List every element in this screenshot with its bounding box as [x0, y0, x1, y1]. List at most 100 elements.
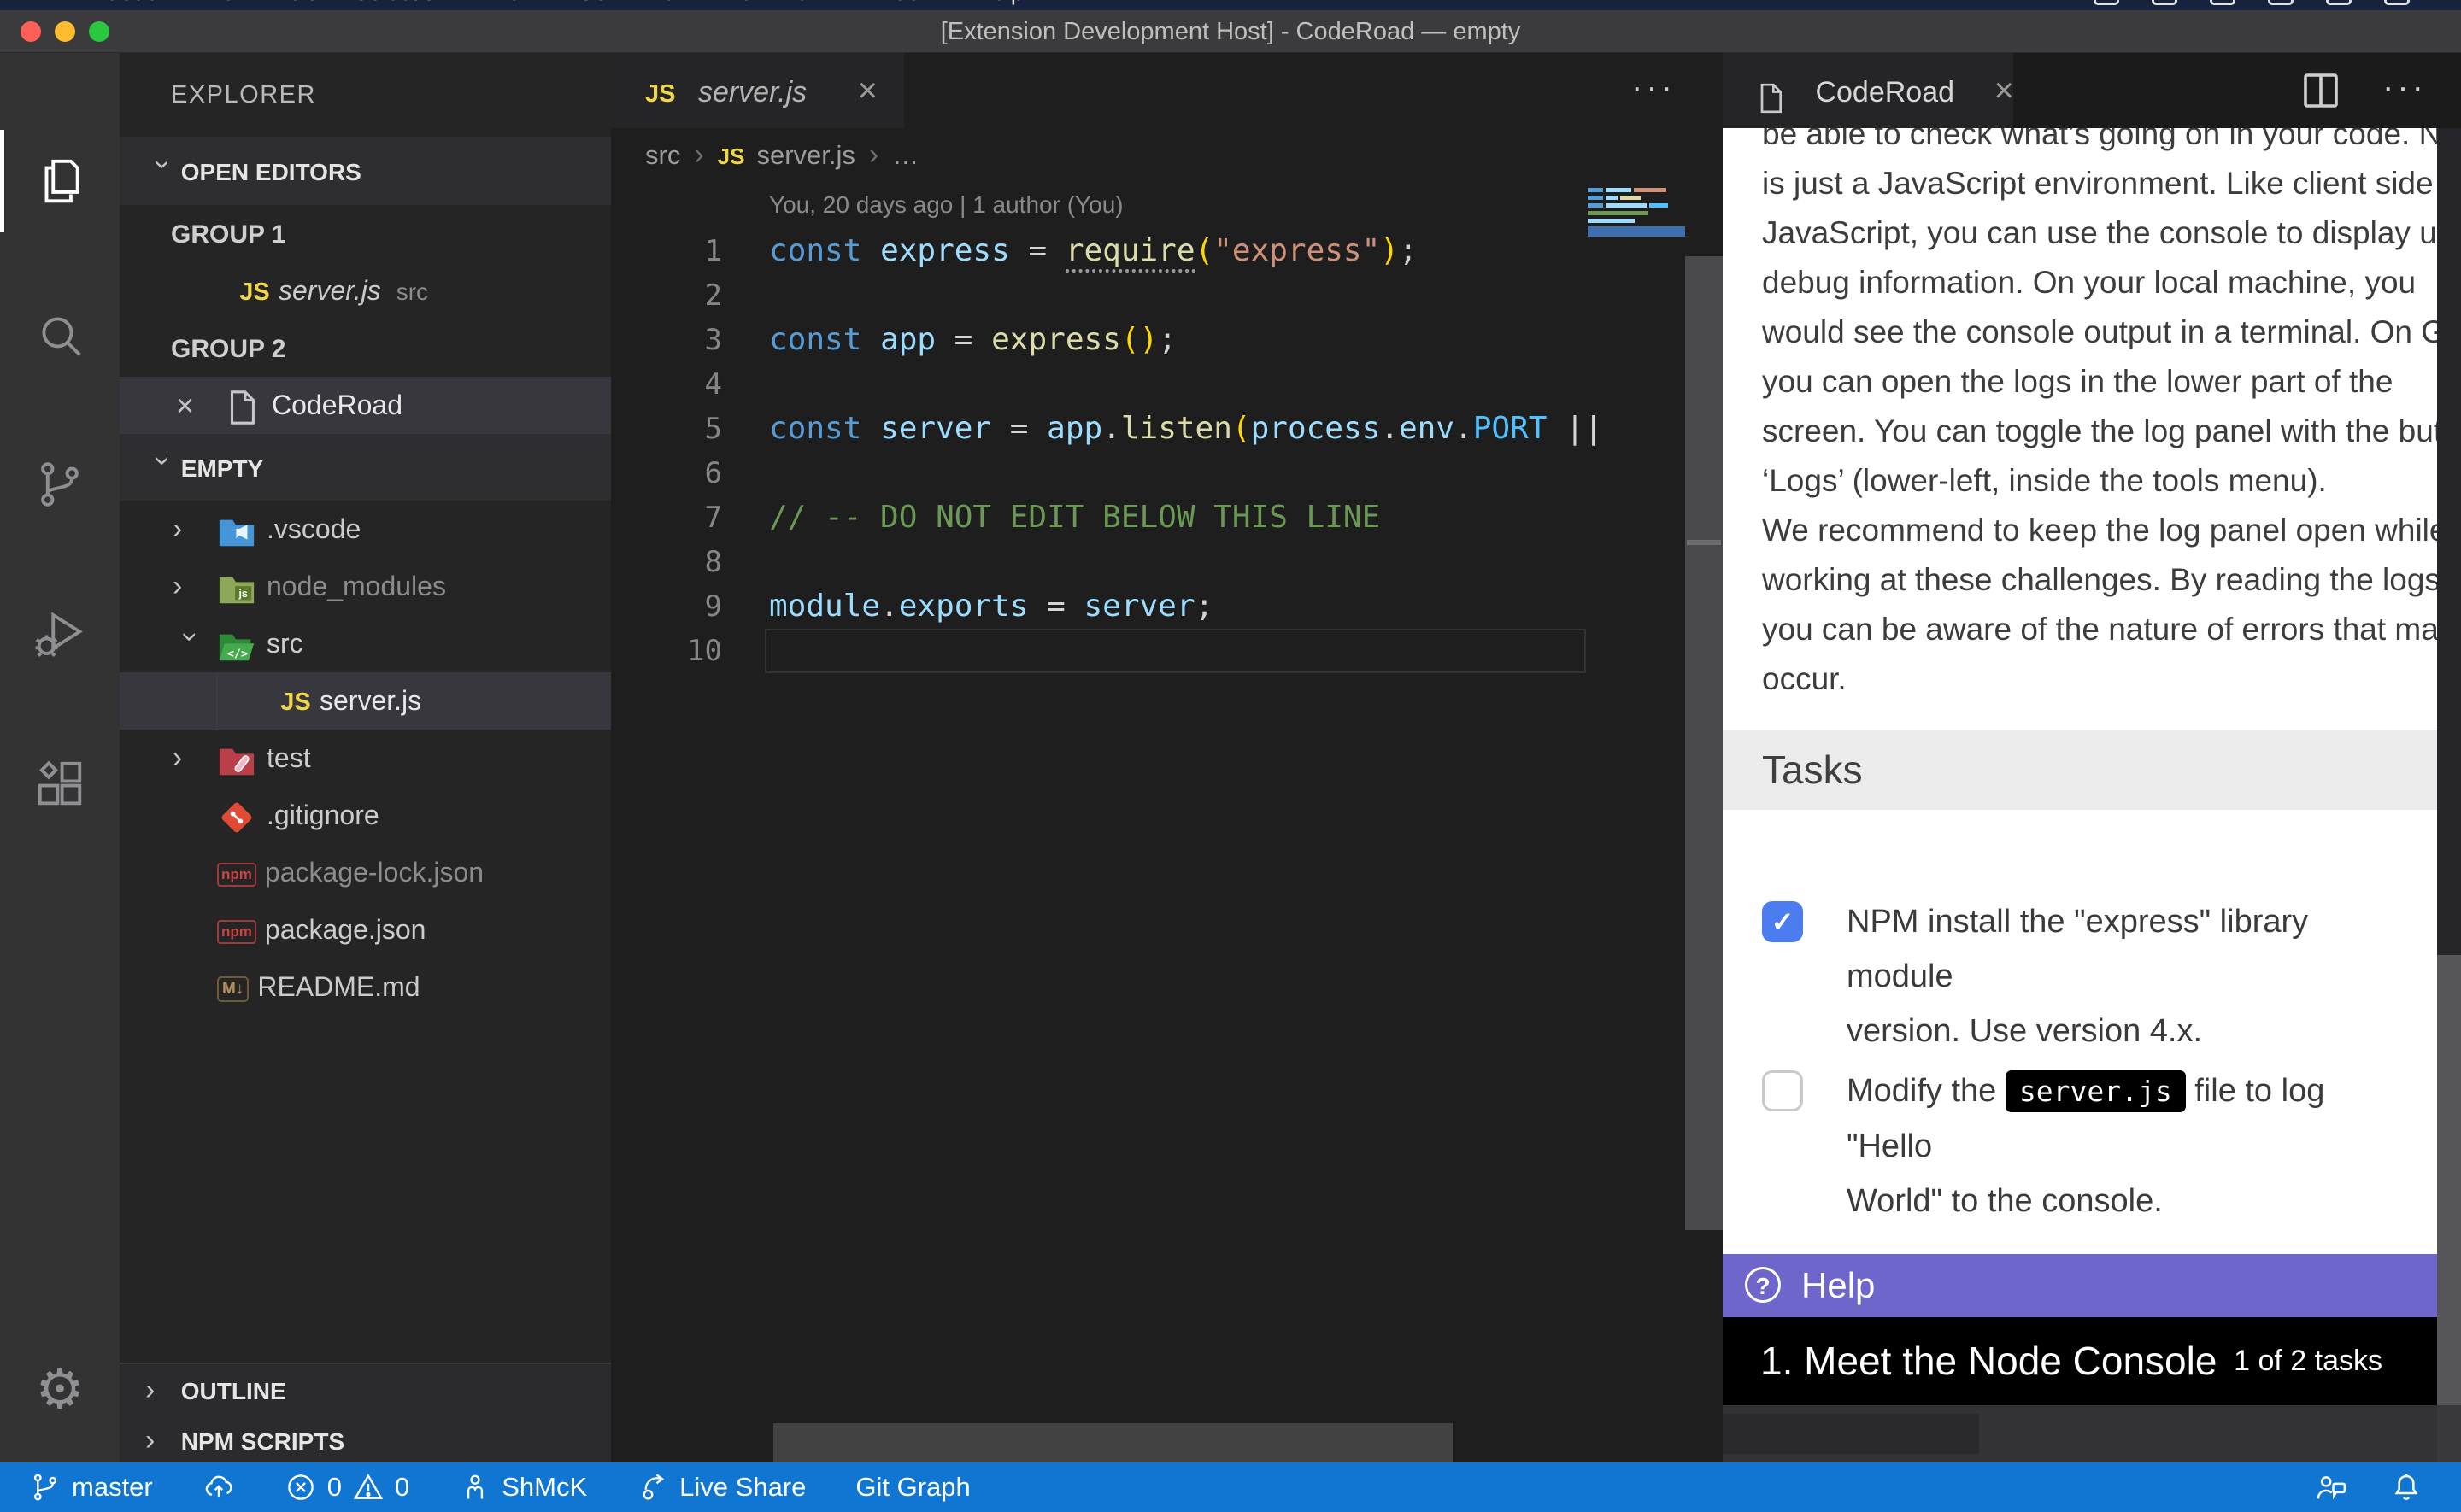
tutorial-step-bar[interactable]: 1. Meet the Node Console 1 of 2 tasks — [1723, 1317, 2437, 1405]
npm-icon: npm — [217, 920, 256, 944]
tree-item-package-lock-json[interactable]: npmpackage-lock.json — [120, 844, 611, 901]
line-number: 9 — [611, 584, 722, 629]
git-branch-item[interactable]: master — [29, 1471, 153, 1503]
tasks-section-header: Tasks — [1723, 730, 2437, 810]
settings-gear-icon[interactable]: ⚙ — [0, 1351, 120, 1428]
paragraph-line: screen. You can toggle the log panel wit… — [1762, 407, 2437, 456]
js-file-icon: JS — [718, 130, 745, 183]
js-file-icon: JS — [231, 264, 279, 321]
webview-vertical-scrollbar[interactable] — [2437, 128, 2461, 1462]
code-line-5[interactable]: 5const server = app.listen(process.env.P… — [611, 407, 1723, 451]
publish-changes-button[interactable] — [203, 1471, 235, 1503]
live-share-user-item[interactable]: ShMcK — [459, 1471, 587, 1503]
menu-items[interactable]: CodeFileEditSelectionViewGoRunTerminalWi… — [84, 0, 1043, 6]
open-editors-group-label[interactable]: GROUP 1 — [120, 205, 611, 262]
scrollbar-thumb[interactable] — [2437, 955, 2461, 1405]
menu-item-run[interactable]: Run — [627, 0, 709, 6]
live-share-button[interactable]: Live Share — [637, 1471, 806, 1503]
tab-server-js[interactable]: JS server.js × — [611, 53, 904, 128]
editor-more-actions-button[interactable]: ··· — [1631, 53, 1676, 128]
panel-bottom-strip — [1723, 1405, 2437, 1462]
tree-item-package-json[interactable]: npmpackage.json — [120, 901, 611, 958]
paragraph-line: be able to check what’s going on in your… — [1762, 128, 2437, 159]
minimap[interactable] — [1588, 188, 1685, 237]
menu-item-selection[interactable]: Selection — [334, 0, 468, 6]
editor-vertical-scrollbar[interactable] — [1685, 256, 1723, 1230]
inline-code-chip: server.js — [2006, 1070, 2186, 1112]
git-icon — [217, 798, 256, 837]
panel-more-actions-button[interactable]: ··· — [2382, 53, 2427, 128]
code-editor[interactable]: You, 20 days ago | 1 author (You) 1const… — [611, 181, 1723, 1462]
help-question-icon: ? — [1745, 1267, 1781, 1303]
indent-guide — [216, 672, 218, 730]
explorer-icon[interactable] — [0, 130, 120, 232]
close-tab-icon[interactable]: × — [1994, 72, 2013, 109]
breadcrumb[interactable]: src›JSserver.js›… — [645, 128, 919, 181]
feedback-icon[interactable] — [2314, 1470, 2348, 1504]
current-line-highlight — [765, 629, 1586, 673]
code-line-10[interactable]: 10 — [611, 629, 1723, 673]
close-tab-icon[interactable]: × — [858, 72, 878, 109]
step-progress-badge: 1 of 2 tasks — [2234, 1317, 2382, 1405]
gitlens-blame-annotation[interactable]: You, 20 days ago | 1 author (You) — [769, 191, 1124, 219]
menu-item-file[interactable]: File — [179, 0, 255, 6]
tree-item-test[interactable]: ›test — [120, 730, 611, 787]
split-editor-icon[interactable] — [2300, 70, 2341, 115]
tree-item-readme-md[interactable]: M↓README.md — [120, 958, 611, 1016]
extensions-icon[interactable] — [0, 732, 120, 835]
code-line-9[interactable]: 9module.exports = server; — [611, 584, 1723, 629]
notifications-bell-icon[interactable] — [2389, 1470, 2423, 1504]
line-number: 3 — [611, 318, 722, 362]
folder-section-header[interactable]: › EMPTY — [120, 434, 611, 501]
tree-item-src[interactable]: ›</>src — [120, 615, 611, 672]
git-graph-button[interactable]: Git Graph — [855, 1472, 970, 1503]
task-text: Modify the server.js file to log "HelloW… — [1847, 1064, 2411, 1228]
tab-coderoad[interactable]: CodeRoad × — [1723, 53, 2013, 128]
npm-icon: npm — [217, 863, 256, 887]
task-checkbox-checked[interactable]: ✓ — [1762, 901, 1803, 942]
menu-item-window[interactable]: Window — [835, 0, 956, 6]
source-control-icon[interactable] — [0, 433, 120, 536]
tree-item--vscode[interactable]: ›.vscode — [120, 501, 611, 558]
close-editor-icon[interactable]: × — [176, 377, 194, 434]
chevron-right-icon: › — [173, 730, 202, 787]
code-line-7[interactable]: 7// -- DO NOT EDIT BELOW THIS LINE — [611, 495, 1723, 540]
editor-horizontal-scrollbar[interactable] — [773, 1423, 1453, 1462]
task-checkbox-unchecked[interactable] — [1762, 1070, 1803, 1111]
menu-item-code[interactable]: Code — [84, 0, 179, 6]
tree-item--gitignore[interactable]: .gitignore — [120, 787, 611, 844]
tutorial-content[interactable]: be able to check what’s going on in your… — [1723, 128, 2437, 1254]
chevron-down-icon: › — [130, 456, 197, 485]
menu-item-terminal[interactable]: Terminal — [708, 0, 835, 6]
help-accordion[interactable]: ? Help — [1723, 1254, 2437, 1317]
menu-item-go[interactable]: Go — [557, 0, 627, 6]
webview-horizontal-scrollbar[interactable] — [1723, 1414, 1979, 1454]
code-line-8[interactable]: 8 — [611, 540, 1723, 584]
vscode-folder-icon — [217, 513, 267, 544]
menu-item-help[interactable]: Help — [956, 0, 1043, 6]
open-editors-group-label[interactable]: GROUP 2 — [120, 319, 611, 377]
code-line-4[interactable]: 4 — [611, 362, 1723, 407]
npm-scripts-section-header[interactable]: › NPM SCRIPTS — [120, 1414, 611, 1462]
menu-item-edit[interactable]: Edit — [255, 0, 334, 6]
outline-section-header[interactable]: › OUTLINE — [120, 1363, 611, 1414]
branch-icon — [29, 1471, 62, 1503]
window-title-bar: [Extension Development Host] - CodeRoad … — [0, 10, 2461, 53]
tree-item-server-js[interactable]: JSserver.js — [120, 672, 611, 730]
person-icon — [459, 1471, 491, 1503]
code-line-2[interactable]: 2 — [611, 273, 1723, 318]
run-and-debug-icon[interactable] — [0, 583, 120, 685]
search-icon[interactable] — [0, 284, 120, 386]
minimap-slider[interactable] — [1588, 226, 1685, 237]
open-editors-section-header[interactable]: › OPEN EDITORS — [120, 137, 611, 205]
code-line-1[interactable]: 1const express = require("express"); — [611, 229, 1723, 273]
code-line-6[interactable]: 6 — [611, 451, 1723, 495]
menu-item-view[interactable]: View — [468, 0, 557, 6]
open-editor-item-coderoad[interactable]: ×CodeRoad — [120, 377, 611, 434]
paragraph-line: debug information. On your local machine… — [1762, 258, 2437, 308]
code-line-3[interactable]: 3const app = express(); — [611, 318, 1723, 362]
line-number: 10 — [611, 629, 722, 673]
problems-item[interactable]: 0 0 — [285, 1471, 410, 1503]
open-editor-item-server-js[interactable]: JSserver.jssrc — [120, 262, 611, 319]
tree-item-node-modules[interactable]: ›jsnode_modules — [120, 558, 611, 615]
